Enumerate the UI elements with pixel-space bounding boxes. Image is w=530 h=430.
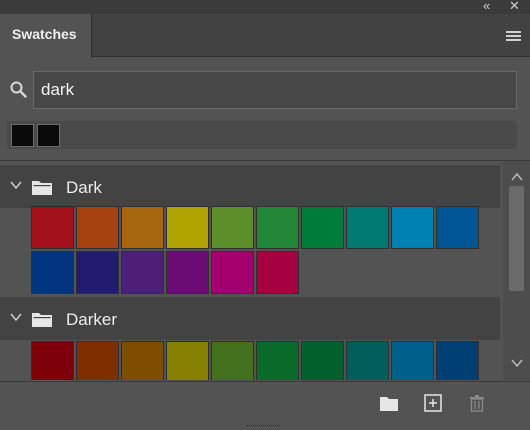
recent-colors-bar [7, 121, 517, 149]
color-swatch[interactable] [121, 341, 164, 380]
close-panel-button[interactable]: ✕ [509, 0, 520, 14]
color-swatch[interactable] [76, 206, 119, 249]
color-swatch[interactable] [346, 206, 389, 249]
color-swatch[interactable] [346, 341, 389, 380]
collapse-panel-button[interactable]: « [483, 0, 490, 14]
color-swatch[interactable] [436, 206, 479, 249]
resize-grip[interactable] [246, 425, 280, 428]
search-icon [10, 81, 27, 98]
new-group-folder-icon[interactable] [378, 392, 400, 414]
color-swatch[interactable] [256, 251, 299, 294]
recent-color-swatch[interactable] [11, 124, 34, 147]
search-input[interactable]: dark [33, 71, 517, 109]
color-swatch[interactable] [31, 206, 74, 249]
group-header-dark[interactable]: Dark [0, 165, 500, 208]
scrollbar-thumb[interactable] [509, 186, 524, 291]
chevron-down-icon[interactable] [9, 310, 23, 324]
new-swatch-plus-icon[interactable] [422, 392, 444, 414]
color-swatch[interactable] [166, 341, 209, 380]
group-label: Darker [66, 310, 118, 329]
scroll-down-arrow-icon[interactable] [510, 357, 524, 369]
group-label: Dark [66, 178, 102, 197]
folder-icon [32, 181, 52, 195]
color-swatch[interactable] [256, 341, 299, 380]
panel-title-bar: « ✕ [0, 0, 530, 14]
tab-swatches-label: Swatches [12, 26, 77, 42]
folder-icon [32, 313, 52, 327]
color-swatch[interactable] [391, 341, 434, 380]
color-swatch[interactable] [301, 341, 344, 380]
color-swatch[interactable] [211, 251, 254, 294]
tab-swatches[interactable]: Swatches [0, 14, 92, 58]
scroll-up-arrow-icon[interactable] [510, 171, 524, 183]
panel-footer [0, 381, 530, 430]
panel-tab-bar: Swatches [0, 14, 530, 58]
color-swatch[interactable] [166, 251, 209, 294]
color-swatch[interactable] [76, 251, 119, 294]
color-swatch[interactable] [121, 206, 164, 249]
color-swatch[interactable] [121, 251, 164, 294]
color-swatch[interactable] [76, 341, 119, 380]
hamburger-menu-icon[interactable] [506, 31, 521, 42]
color-swatch[interactable] [391, 206, 434, 249]
color-swatch[interactable] [436, 341, 479, 380]
color-swatch[interactable] [166, 206, 209, 249]
color-swatch[interactable] [31, 341, 74, 380]
swatch-list: Dark Darker [0, 161, 503, 380]
recent-color-swatch[interactable] [37, 124, 60, 147]
delete-trash-icon[interactable] [466, 392, 488, 414]
color-swatch[interactable] [256, 206, 299, 249]
scrollbar[interactable] [503, 161, 530, 380]
color-swatch[interactable] [211, 206, 254, 249]
chevron-down-icon[interactable] [9, 178, 23, 192]
color-swatch[interactable] [301, 206, 344, 249]
group-header-darker[interactable]: Darker [0, 297, 500, 340]
color-swatch[interactable] [31, 251, 74, 294]
color-swatch[interactable] [211, 341, 254, 380]
